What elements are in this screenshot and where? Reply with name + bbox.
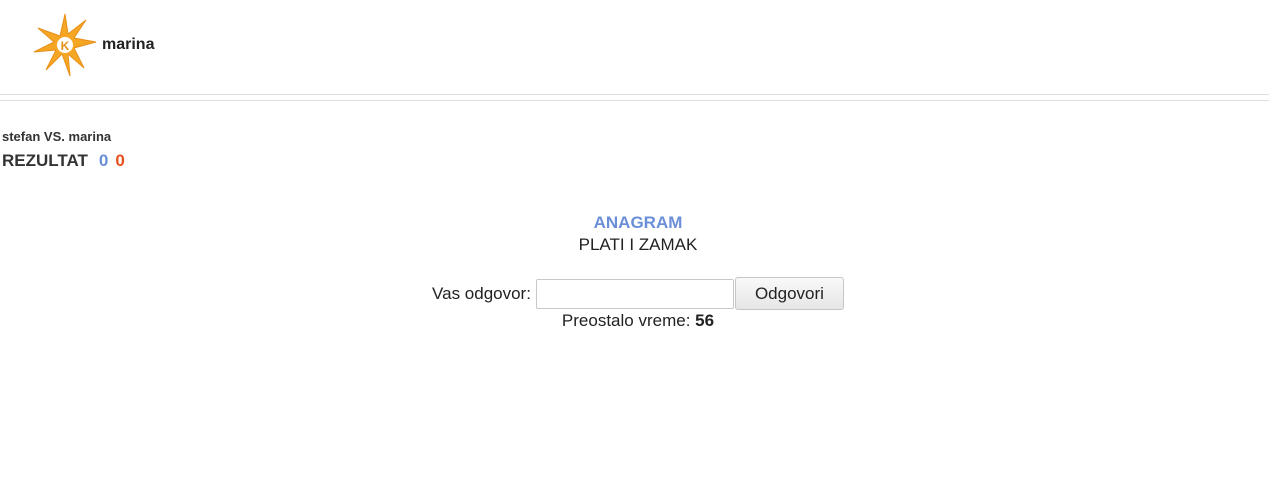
timer-label: Preostalo vreme:: [561, 311, 691, 330]
header: K marina: [0, 0, 1269, 95]
score-row: REZULTAT 0 0: [2, 151, 125, 171]
divider: [0, 100, 1269, 101]
score-player2: 0: [115, 151, 125, 170]
game-title: ANAGRAM: [593, 213, 683, 232]
game-panel: ANAGRAM PLATI I ZAMAK Vas odgovor: Odgov…: [0, 212, 1269, 331]
player1-name: stefan: [2, 129, 41, 144]
answer-input[interactable]: [535, 278, 734, 309]
score-label: REZULTAT: [2, 151, 88, 170]
vs-label: VS.: [43, 129, 65, 144]
player2-name: marina: [68, 129, 112, 144]
timer-value: 56: [695, 311, 715, 330]
logo-letter: K: [61, 39, 70, 53]
match-players: stefan VS. marina: [2, 129, 111, 144]
timer: Preostalo vreme: 56: [0, 311, 1269, 331]
username: marina: [102, 36, 155, 53]
answer-label: Vas odgovor:: [432, 283, 531, 303]
submit-answer-button[interactable]: Odgovori: [734, 277, 844, 310]
anagram-word: PLATI I ZAMAK: [578, 235, 698, 254]
score-player1: 0: [98, 151, 109, 170]
answer-form: Vas odgovor: Odgovori: [432, 277, 844, 310]
logo-star-icon: K: [33, 13, 97, 77]
